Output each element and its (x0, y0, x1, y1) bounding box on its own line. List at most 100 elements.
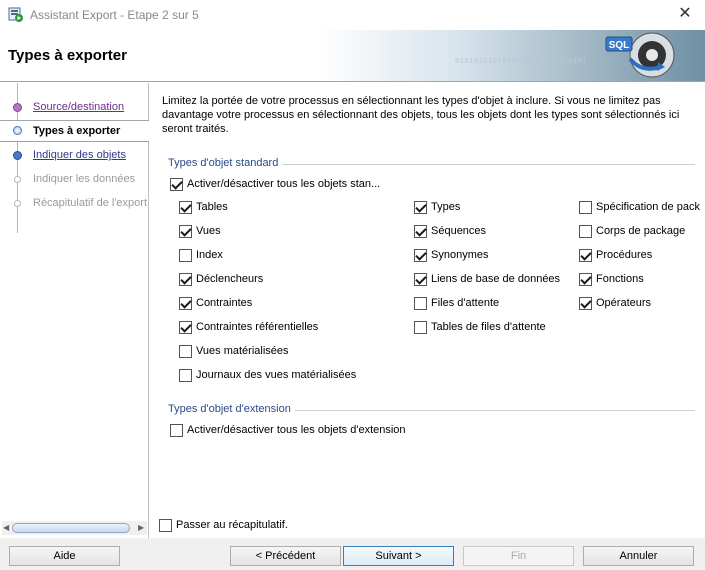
step-disabled-icon (14, 200, 21, 207)
step-specify-objects[interactable]: Indiquer des objets (0, 145, 149, 167)
checkbox-box[interactable] (414, 296, 427, 310)
checkbox-label: Séquences (431, 225, 487, 237)
toggle-all-standard-checkbox[interactable]: Activer/désactiver tous les objets stan.… (170, 176, 380, 192)
page-title: Types à exporter (8, 47, 127, 64)
step-disabled-icon (14, 176, 21, 183)
checkbox-files-attente[interactable]: Files d'attente (414, 295, 499, 311)
checkbox-box[interactable] (179, 248, 192, 262)
checkbox-box[interactable] (170, 423, 183, 437)
cancel-button[interactable]: Annuler (583, 546, 694, 566)
group-title-standard: Types d'objet standard (168, 157, 283, 169)
checkbox-label: Fonctions (596, 273, 644, 285)
sidebar-horizontal-scrollbar[interactable]: ◀ ▶ (2, 521, 147, 535)
checkbox-box[interactable] (179, 296, 192, 310)
checkbox-label: Vues matérialisées (196, 345, 289, 357)
checkbox-tables[interactable]: Tables (179, 199, 228, 215)
window-titlebar: Assistant Export - Etape 2 sur 5 ✕ (0, 0, 705, 30)
group-title-extension: Types d'objet d'extension (168, 403, 295, 415)
step-source-destination[interactable]: Source/destination (0, 97, 149, 119)
step-specify-data: Indiquer les données (0, 169, 149, 191)
checkbox-fonctions[interactable]: Fonctions (579, 271, 644, 287)
checkbox-contraintes-referentielles[interactable]: Contraintes référentielles (179, 319, 318, 335)
next-button[interactable]: Suivant > (343, 546, 454, 566)
checkbox-journaux-vues-materialisees[interactable]: Journaux des vues matérialisées (179, 367, 356, 383)
checkbox-label: Activer/désactiver tous les objets stan.… (187, 178, 381, 190)
close-icon[interactable]: ✕ (675, 4, 695, 24)
window-title: Assistant Export - Etape 2 sur 5 (30, 8, 199, 22)
checkbox-label: Opérateurs (596, 297, 652, 309)
checkbox-contraintes[interactable]: Contraintes (179, 295, 252, 311)
toggle-all-extension-checkbox[interactable]: Activer/désactiver tous les objets d'ext… (170, 422, 406, 438)
checkbox-label: Journaux des vues matérialisées (196, 369, 357, 381)
checkbox-box[interactable] (414, 248, 427, 262)
wizard-header: Types à exporter 01010101010101010101010… (0, 30, 705, 82)
previous-button[interactable]: < Précédent (230, 546, 341, 566)
checkbox-vues[interactable]: Vues (179, 223, 221, 239)
checkbox-operateurs[interactable]: Opérateurs (579, 295, 651, 311)
checkbox-label: Corps de package (596, 225, 686, 237)
checkbox-sequences[interactable]: Séquences (414, 223, 486, 239)
checkbox-box[interactable] (579, 200, 592, 214)
checkbox-types[interactable]: Types (414, 199, 460, 215)
scroll-left-icon[interactable]: ◀ (3, 523, 11, 533)
wizard-app-icon (8, 7, 23, 22)
checkbox-box[interactable] (414, 200, 427, 214)
checkbox-label: Passer au récapitulatif. (176, 519, 288, 531)
checkbox-label: Types (431, 201, 461, 213)
step-export-summary: Récapitulatif de l'export (0, 193, 149, 215)
checkbox-label: Contraintes référentielles (196, 321, 319, 333)
checkbox-synonymes[interactable]: Synonymes (414, 247, 488, 263)
step-current-icon (13, 126, 22, 135)
checkbox-declencheurs[interactable]: Déclencheurs (179, 271, 263, 287)
checkbox-box[interactable] (179, 368, 192, 382)
binary-decoration: 0101010101010101010101010101 (455, 57, 588, 65)
checkbox-tables-files-attente[interactable]: Tables de files d'attente (414, 319, 546, 335)
help-button[interactable]: Aide (9, 546, 120, 566)
checkbox-box[interactable] (170, 177, 183, 191)
checkbox-box[interactable] (179, 272, 192, 286)
finish-button: Fin (463, 546, 574, 566)
checkbox-box[interactable] (579, 296, 592, 310)
checkbox-label: Liens de base de données (431, 273, 561, 285)
checkbox-label: Vues (196, 225, 221, 237)
checkbox-label: Spécification de pack (596, 201, 700, 213)
checkbox-label: Synonymes (431, 249, 489, 261)
checkbox-index[interactable]: Index (179, 247, 223, 263)
checkbox-box[interactable] (179, 200, 192, 214)
checkbox-box[interactable] (579, 224, 592, 238)
checkbox-box[interactable] (414, 320, 427, 334)
checkbox-box[interactable] (414, 224, 427, 238)
checkbox-label: Tables (196, 201, 228, 213)
checkbox-liens-base-donnees[interactable]: Liens de base de données (414, 271, 560, 287)
checkbox-procedures[interactable]: Procédures (579, 247, 652, 263)
logo-text: SQL (609, 40, 630, 51)
checkbox-box[interactable] (414, 272, 427, 286)
checkbox-box[interactable] (579, 272, 592, 286)
checkbox-box[interactable] (159, 518, 172, 532)
step-label: Source/destination (33, 101, 125, 113)
checkbox-label: Contraintes (196, 297, 253, 309)
checkbox-box[interactable] (179, 224, 192, 238)
skip-summary-checkbox[interactable]: Passer au récapitulatif. (159, 517, 288, 533)
checkbox-box[interactable] (579, 248, 592, 262)
checkbox-label: Activer/désactiver tous les objets d'ext… (187, 424, 406, 436)
checkbox-corps-package[interactable]: Corps de package (579, 223, 685, 239)
step-label: Indiquer les données (33, 173, 136, 185)
step-visited-icon (13, 103, 22, 112)
checkbox-label: Procédures (596, 249, 653, 261)
intro-text: Limitez la portée de votre processus en … (162, 95, 680, 135)
checkbox-box[interactable] (179, 320, 192, 334)
scrollbar-thumb[interactable] (12, 523, 130, 533)
wizard-steps-sidebar: Source/destination Types à exporter Indi… (0, 83, 149, 538)
checkbox-box[interactable] (179, 344, 192, 358)
step-label: Récapitulatif de l'export (33, 197, 147, 209)
step-pending-icon (13, 151, 22, 160)
step-label: Types à exporter (33, 125, 121, 137)
scroll-right-icon[interactable]: ▶ (138, 523, 146, 533)
checkbox-label: Index (196, 249, 223, 261)
checkbox-label: Files d'attente (431, 297, 500, 309)
checkbox-vues-materialisees[interactable]: Vues matérialisées (179, 343, 289, 359)
checkbox-specification-package[interactable]: Spécification de pack (579, 199, 705, 215)
checkbox-label: Déclencheurs (196, 273, 264, 285)
step-types-export[interactable]: Types à exporter (0, 120, 149, 142)
